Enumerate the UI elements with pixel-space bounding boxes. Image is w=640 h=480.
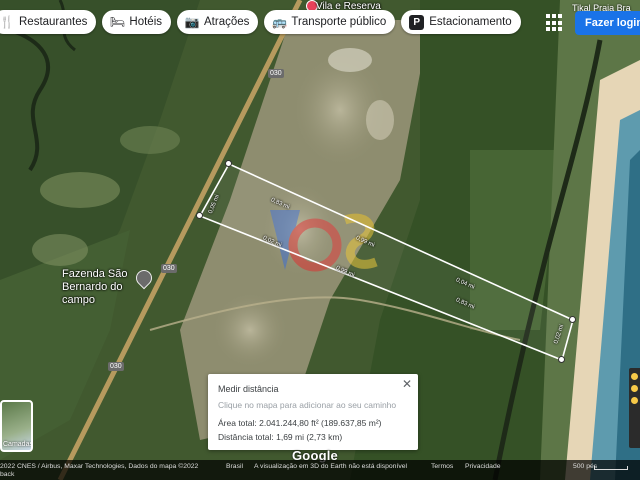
login-button[interactable]: Fazer login [575, 11, 640, 35]
chip-label: Estacionamento [429, 16, 512, 28]
measure-point[interactable] [558, 356, 565, 363]
pegman-control[interactable] [629, 368, 640, 448]
category-chips: 🍴 Restaurantes 🛏 Hotéis 📷 Atrações 🚌 Tra… [0, 10, 521, 36]
fork-knife-icon: 🍴 [0, 15, 15, 29]
chip-label: Restaurantes [19, 16, 88, 28]
privacy-link[interactable]: Privacidade [465, 463, 501, 470]
close-icon[interactable]: ✕ [402, 377, 412, 391]
country-label: Brasil [226, 463, 243, 470]
measure-point[interactable] [569, 316, 576, 323]
chip-restaurants[interactable]: 🍴 Restaurantes [0, 10, 97, 34]
panel-title: Medir distância [218, 384, 279, 394]
layers-button[interactable]: Camadas [0, 400, 33, 452]
terms-link[interactable]: Termos [431, 463, 453, 470]
total-area: Área total: 2.041.244,80 ft² (189.637,85… [218, 418, 382, 428]
total-distance: Distância total: 1,69 mi (2,73 km) [218, 432, 343, 442]
parking-icon: P [409, 14, 425, 30]
chip-label: Atrações [204, 16, 250, 28]
chip-label: Hotéis [129, 16, 163, 28]
chip-hotels[interactable]: 🛏 Hotéis [102, 10, 172, 34]
apps-grid-icon[interactable] [544, 12, 566, 34]
camera-icon: 📷 [184, 15, 200, 29]
chip-label: Transporte público [291, 16, 387, 28]
imagery-credit: 2022 CNES / Airbus, Maxar Technologies, … [0, 463, 199, 470]
measure-point[interactable] [225, 160, 232, 167]
panel-hint: Clique no mapa para adicionar ao seu cam… [218, 400, 397, 410]
chip-parking[interactable]: P Estacionamento [401, 10, 521, 34]
layers-label: Camadas [3, 441, 33, 448]
chip-transit[interactable]: 🚌 Transporte público [264, 10, 396, 34]
earth-note: A visualização em 3D do Earth não está d… [254, 463, 408, 470]
bus-icon: 🚌 [271, 15, 287, 29]
bed-icon: 🛏 [109, 15, 126, 29]
feedback-link[interactable]: back [0, 471, 14, 478]
map-footer: 2022 CNES / Airbus, Maxar Technologies, … [0, 460, 640, 480]
measure-distance-panel: Medir distância ✕ Clique no mapa para ad… [208, 374, 418, 450]
road-shield: 030 [161, 264, 177, 273]
place-label-fazenda[interactable]: Fazenda São Bernardo do campo [62, 268, 140, 307]
road-shield: 030 [268, 69, 284, 78]
road-shield: 030 [108, 362, 124, 371]
scale-bar [594, 466, 628, 470]
chip-attractions[interactable]: 📷 Atrações [177, 10, 259, 34]
measure-point[interactable] [196, 212, 203, 219]
